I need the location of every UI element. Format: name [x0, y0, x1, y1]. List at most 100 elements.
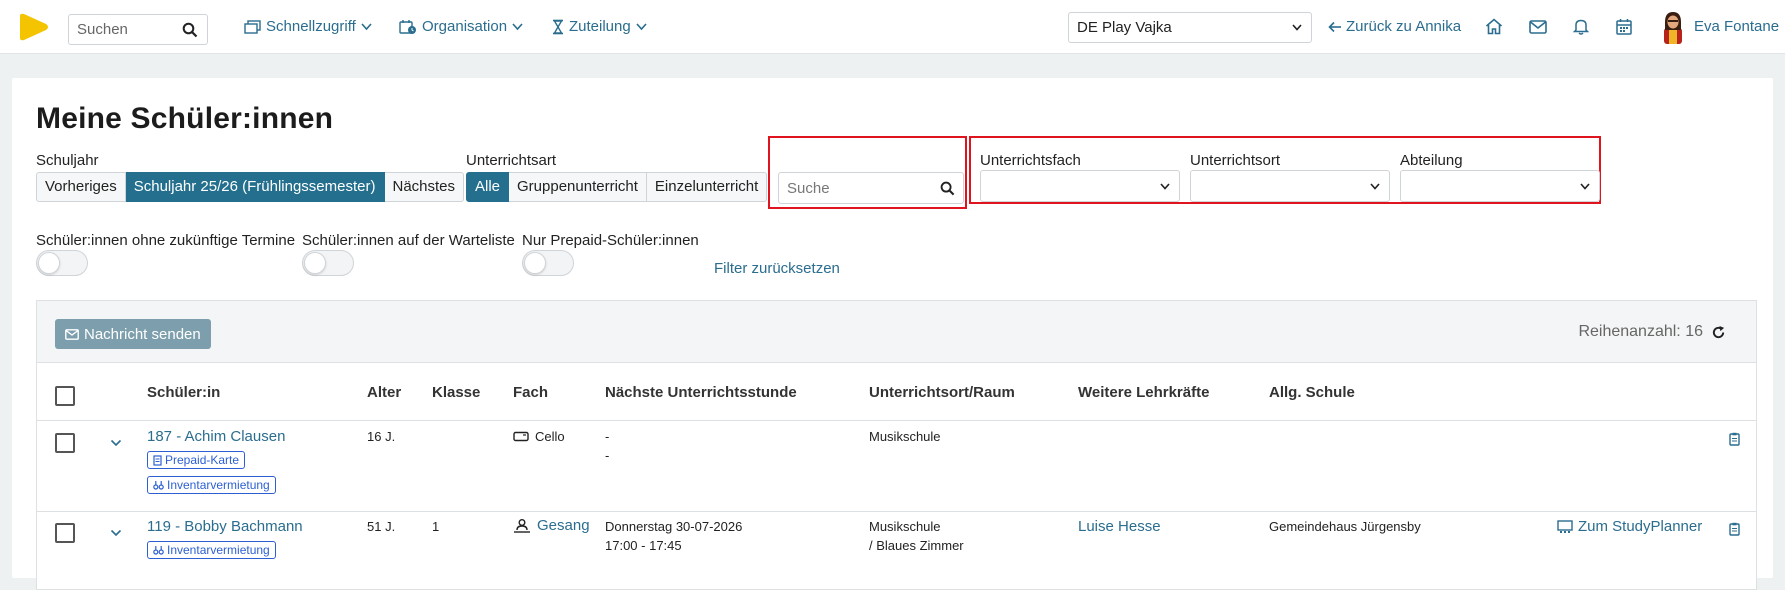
school-select-value: DE Play Vajka	[1077, 19, 1172, 36]
row-checkbox[interactable]	[55, 523, 75, 543]
column-header-klasse[interactable]: Klasse	[432, 384, 480, 401]
toggle-prepaid-label: Nur Prepaid-Schüler:innen	[522, 232, 699, 249]
chevron-down-icon	[1580, 183, 1590, 190]
nav-organisation-label: Organisation	[422, 18, 508, 35]
unterrichtsfach-label: Unterrichtsfach	[980, 152, 1081, 169]
calendar-clock-icon	[399, 19, 416, 34]
general-school: Gemeindehaus Jürgensby	[1269, 519, 1421, 534]
studyplanner-label: Zum StudyPlanner	[1578, 518, 1703, 535]
schuljahr-button-group: Vorheriges Schuljahr 25/26 (Frühlingssem…	[36, 172, 465, 202]
unterrichtsort-select[interactable]	[1190, 170, 1390, 202]
unterrichtsart-alle-button[interactable]: Alle	[466, 172, 510, 202]
next-lesson-time: -	[605, 448, 610, 463]
location: Musikschule	[869, 519, 941, 534]
student-class: 1	[432, 519, 440, 534]
refresh-icon[interactable]	[1711, 325, 1726, 340]
main-card: Meine Schüler:innen Schuljahr Vorheriges…	[12, 78, 1773, 590]
abteilung-label: Abteilung	[1400, 152, 1463, 169]
unterrichtsfach-select[interactable]	[980, 170, 1180, 202]
schuljahr-previous-button[interactable]: Vorheriges	[36, 172, 126, 202]
card-icon	[153, 454, 162, 466]
room: / Blaues Zimmer	[869, 538, 964, 553]
column-header-schueler[interactable]: Schüler:in	[147, 384, 220, 401]
back-link-label: Zurück zu Annika	[1346, 18, 1462, 35]
clipboard-icon[interactable]	[1729, 522, 1740, 536]
row-checkbox[interactable]	[55, 433, 75, 453]
send-message-button[interactable]: Nachricht senden	[55, 319, 211, 349]
top-navigation: Schnellzugriff Organisation Zuteilung DE…	[0, 0, 1785, 54]
bell-icon[interactable]	[1573, 18, 1589, 35]
chevron-down-icon[interactable]	[110, 529, 122, 537]
nav-schnellzugriff-label: Schnellzugriff	[266, 18, 356, 35]
students-table-panel: Nachricht senden Reihenanzahl: 16 Schüle…	[36, 300, 1757, 590]
windows-icon	[244, 19, 261, 34]
student-name-link[interactable]: 187 - Achim Clausen	[147, 428, 285, 445]
user-name[interactable]: Eva Fontane	[1694, 18, 1779, 35]
student-name-link[interactable]: 119 - Bobby Bachmann	[147, 518, 303, 535]
tag-prepaid-label: Prepaid-Karte	[165, 453, 240, 467]
send-message-label: Nachricht senden	[84, 325, 201, 343]
toggle-prepaid[interactable]	[522, 250, 574, 276]
calendar-icon[interactable]	[1616, 18, 1632, 35]
row-count-label: Reihenanzahl: 16	[1578, 323, 1703, 340]
nav-organisation[interactable]: Organisation	[399, 18, 523, 35]
column-header-lehrkraefte[interactable]: Weitere Lehrkräfte	[1078, 384, 1209, 401]
column-header-alter[interactable]: Alter	[367, 384, 401, 401]
home-icon[interactable]	[1485, 18, 1503, 35]
reset-filters-link[interactable]: Filter zurücksetzen	[714, 260, 840, 277]
mail-icon[interactable]	[1529, 20, 1547, 34]
row-divider	[37, 420, 1756, 421]
studyplanner-link[interactable]: Zum StudyPlanner	[1557, 518, 1702, 535]
toggle-no-future-label: Schüler:innen ohne zukünftige Termine	[36, 232, 296, 249]
chevron-down-icon	[1292, 24, 1302, 31]
search-icon[interactable]	[940, 181, 955, 196]
global-search-input[interactable]	[77, 21, 177, 38]
binoculars-icon	[153, 481, 164, 490]
back-link[interactable]: Zurück zu Annika	[1328, 18, 1461, 35]
subject-name-link[interactable]: Gesang	[537, 517, 590, 534]
schuljahr-next-button[interactable]: Nächstes	[384, 172, 465, 202]
toggle-knob	[38, 252, 60, 274]
schuljahr-current-button[interactable]: Schuljahr 25/26 (Frühlingssemester)	[125, 172, 385, 202]
select-all-checkbox[interactable]	[55, 386, 75, 406]
nav-zuteilung[interactable]: Zuteilung	[552, 18, 647, 35]
row-divider	[37, 511, 1756, 512]
chevron-down-icon	[512, 22, 523, 30]
location: Musikschule	[869, 429, 941, 444]
column-header-naechste-stunde[interactable]: Nächste Unterrichtsstunde	[605, 384, 797, 401]
chevron-down-icon	[1160, 183, 1170, 190]
subject-name: Cello	[535, 429, 565, 444]
column-header-fach[interactable]: Fach	[513, 384, 548, 401]
unterrichtsart-gruppe-button[interactable]: Gruppenunterricht	[509, 172, 647, 202]
nav-schnellzugriff[interactable]: Schnellzugriff	[244, 18, 372, 35]
toggle-waitlist[interactable]	[302, 250, 354, 276]
clipboard-icon[interactable]	[1729, 432, 1740, 446]
chevron-down-icon	[361, 22, 372, 30]
hourglass-icon	[553, 19, 563, 34]
unterrichtsort-label: Unterrichtsort	[1190, 152, 1281, 169]
chevron-down-icon[interactable]	[110, 439, 122, 447]
avatar[interactable]	[1660, 10, 1686, 44]
toggle-no-future[interactable]	[36, 250, 88, 276]
logo-icon[interactable]	[16, 12, 50, 42]
teacher-link[interactable]: Luise Hesse	[1078, 518, 1161, 535]
column-header-ort[interactable]: Unterrichtsort/Raum	[869, 384, 1015, 401]
global-search	[68, 14, 208, 45]
planner-icon	[1557, 519, 1573, 533]
schuljahr-label: Schuljahr	[36, 152, 99, 169]
nav-zuteilung-label: Zuteilung	[569, 18, 631, 35]
search-icon[interactable]	[182, 22, 198, 38]
student-search-input[interactable]	[787, 180, 927, 197]
abteilung-select[interactable]	[1400, 170, 1600, 202]
toggle-knob	[524, 252, 546, 274]
page-title: Meine Schüler:innen	[36, 102, 334, 135]
column-header-schule[interactable]: Allg. Schule	[1269, 384, 1355, 401]
subject-cell: Cello	[513, 429, 565, 444]
student-age: 16 J.	[367, 429, 396, 444]
next-lesson-date: -	[605, 429, 610, 444]
student-search	[778, 172, 964, 204]
unterrichtsart-einzel-button[interactable]: Einzelunterricht	[646, 172, 768, 202]
school-select[interactable]: DE Play Vajka	[1068, 12, 1312, 43]
cello-case-icon	[513, 431, 529, 442]
mail-icon	[65, 328, 79, 340]
